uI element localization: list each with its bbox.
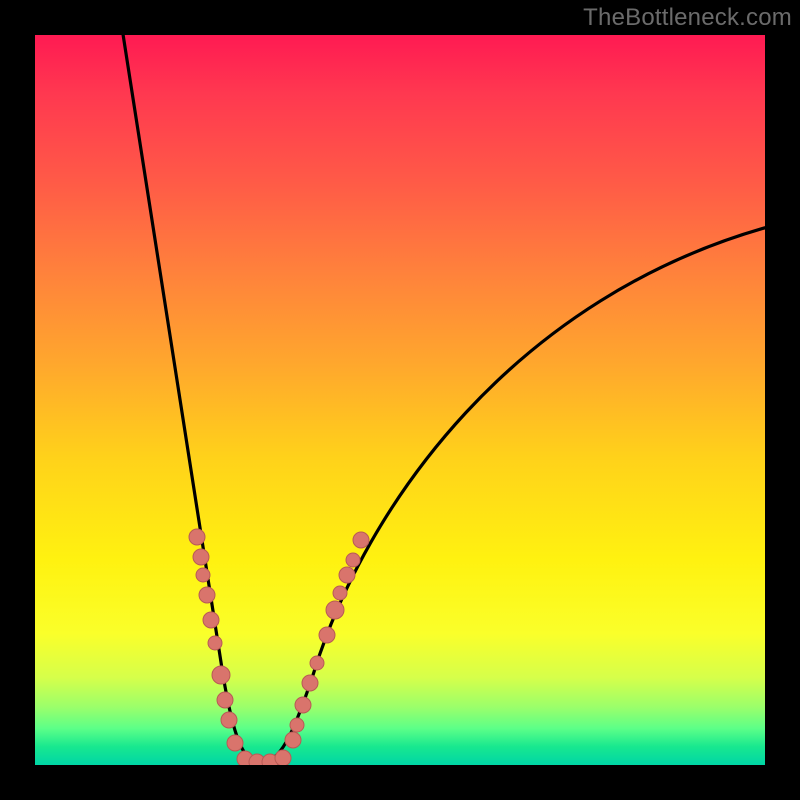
chart-frame: TheBottleneck.com <box>0 0 800 800</box>
data-point <box>295 697 311 713</box>
data-point <box>196 568 210 582</box>
data-point <box>326 601 344 619</box>
data-point <box>217 692 233 708</box>
data-point <box>208 636 222 650</box>
watermark-label: TheBottleneck.com <box>583 4 792 32</box>
data-point <box>275 750 291 765</box>
data-point <box>333 586 347 600</box>
plot-area <box>35 35 765 765</box>
data-point <box>346 553 360 567</box>
bottleneck-curve <box>120 35 765 763</box>
data-point <box>339 567 355 583</box>
data-point <box>199 587 215 603</box>
data-point <box>319 627 335 643</box>
data-dots <box>189 529 369 765</box>
data-point <box>212 666 230 684</box>
data-point <box>221 712 237 728</box>
curve-svg <box>35 35 765 765</box>
data-point <box>227 735 243 751</box>
data-point <box>193 549 209 565</box>
data-point <box>203 612 219 628</box>
data-point <box>302 675 318 691</box>
data-point <box>290 718 304 732</box>
data-point <box>189 529 205 545</box>
data-point <box>353 532 369 548</box>
data-point <box>310 656 324 670</box>
data-point <box>285 732 301 748</box>
